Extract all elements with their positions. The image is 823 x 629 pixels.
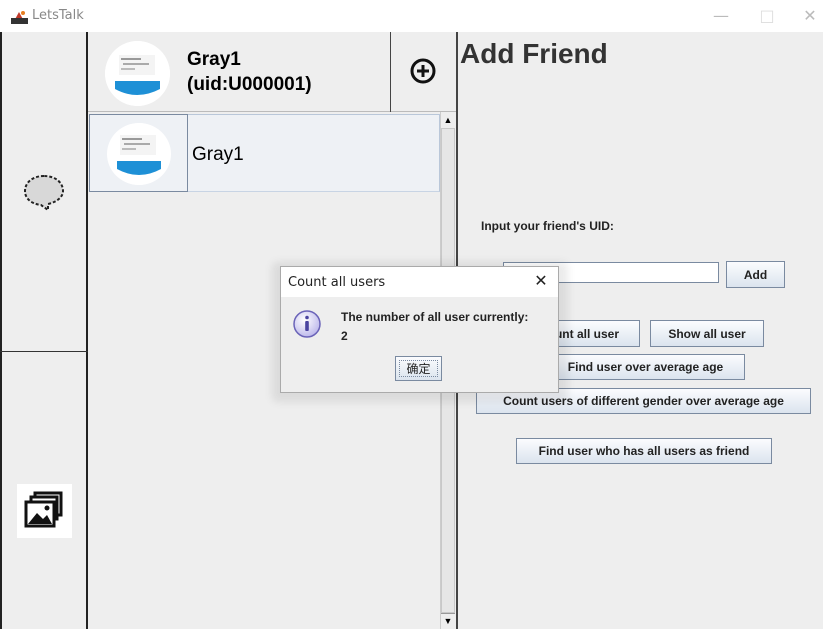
- title-bar: [0, 0, 823, 32]
- friend-name: Gray1: [192, 144, 244, 165]
- profile-uid: (uid:U000001): [187, 74, 312, 95]
- friend-avatar: [107, 123, 171, 185]
- page-title: Add Friend: [460, 38, 608, 69]
- minimize-button[interactable]: —: [711, 6, 731, 26]
- profile-name: Gray1 (uid:U000001): [187, 47, 312, 97]
- add-button[interactable]: Add: [726, 261, 785, 288]
- header-divider: [390, 32, 391, 112]
- maximize-button[interactable]: □: [757, 6, 777, 26]
- nav-divider: [0, 351, 88, 352]
- find-over-average-age-button[interactable]: Find user over average age: [546, 354, 745, 380]
- app-logo-icon: [11, 9, 28, 24]
- find-user-all-friends-button[interactable]: Find user who has all users as friend: [516, 438, 772, 464]
- speech-bubble-icon[interactable]: [22, 172, 66, 212]
- profile-avatar[interactable]: [105, 41, 170, 106]
- scroll-up-icon[interactable]: ▲: [441, 113, 455, 127]
- dialog-close-button[interactable]: ✕: [532, 271, 550, 291]
- scroll-down-icon[interactable]: ▼: [441, 613, 455, 627]
- ok-button-focus-ring: [399, 360, 438, 377]
- profile-name-text: Gray1: [187, 49, 241, 70]
- close-window-button[interactable]: ✕: [800, 6, 820, 26]
- show-all-user-button[interactable]: Show all user: [650, 320, 764, 347]
- left-nav: [0, 32, 88, 629]
- dialog-title: Count all users: [288, 275, 386, 290]
- images-icon[interactable]: [17, 484, 72, 538]
- dialog-user-count: 2: [341, 329, 348, 343]
- plus-circle-icon[interactable]: [410, 58, 436, 84]
- uid-label: Input your friend's UID:: [481, 219, 614, 233]
- window-title: LetsTalk: [32, 8, 84, 23]
- dialog-message: The number of all user currently:: [341, 310, 529, 324]
- info-icon: [293, 310, 321, 338]
